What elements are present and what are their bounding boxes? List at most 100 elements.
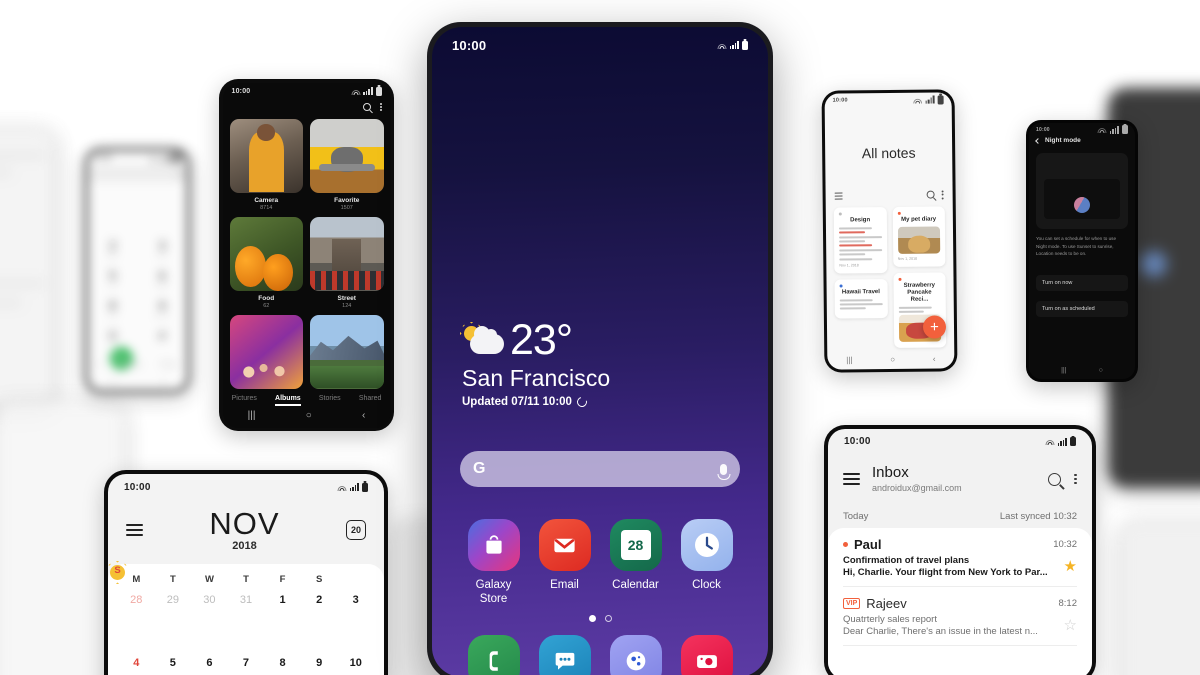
album-item[interactable]: [310, 314, 384, 389]
recents-button[interactable]: |||: [846, 355, 852, 364]
day-header: F: [279, 574, 286, 585]
week-row[interactable]: 4 5 6 7 8 9 10: [118, 648, 374, 669]
calendar-day[interactable]: 30: [191, 585, 228, 606]
gallery-tabs[interactable]: Pictures Albums Stories Shared: [223, 395, 391, 406]
calendar-day[interactable]: 1: [264, 585, 301, 606]
note-card[interactable]: My pet diary Nov 1, 2018: [892, 206, 946, 267]
back-chevron-icon[interactable]: [1035, 137, 1041, 144]
more-options-icon[interactable]: [178, 169, 180, 178]
app-galaxy-store[interactable]: Galaxy Store: [458, 519, 529, 607]
tab-stories[interactable]: Stories: [319, 395, 341, 402]
nav-bar[interactable]: ||| ○ ‹: [223, 404, 391, 428]
tab-albums[interactable]: Albums: [275, 395, 301, 406]
nav-bar[interactable]: ||| ○ ‹: [827, 348, 954, 369]
calendar-day[interactable]: 10: [337, 648, 374, 669]
email-list[interactable]: Paul 10:32 Confirmation of travel plans …: [828, 528, 1092, 675]
dialpad-key[interactable]: #: [138, 329, 188, 348]
dialer-tabs[interactable]: ll Contacts Places: [88, 362, 187, 368]
dialpad-key[interactable]: 2 ABC: [88, 239, 138, 258]
calendar-day[interactable]: 29: [155, 585, 192, 606]
calendar-day[interactable]: 5: [155, 648, 192, 669]
today-button[interactable]: 20: [346, 520, 366, 540]
page-indicator[interactable]: [432, 615, 768, 622]
star-icon[interactable]: ☆: [1064, 618, 1077, 633]
microphone-icon[interactable]: [720, 463, 727, 475]
calendar-grid[interactable]: S M T W T F S 28 29 30 31 1 2 3 4 5 6 7 …: [108, 561, 384, 675]
app-grid[interactable]: Galaxy Store Email 28 Calendar Clock: [458, 519, 742, 607]
more-options-icon[interactable]: [1074, 473, 1077, 485]
page-dot[interactable]: [604, 615, 612, 622]
weather-widget[interactable]: 23° San Francisco Updated 07/11 10:00: [460, 319, 610, 409]
refresh-icon[interactable]: [575, 395, 589, 409]
calendar-day[interactable]: 2: [301, 585, 338, 606]
note-card[interactable]: Design Nov 1, 2018: [833, 207, 887, 274]
back-button[interactable]: ‹: [933, 354, 936, 363]
more-options-icon[interactable]: [379, 102, 382, 112]
dialpad-key[interactable]: 5 JKL: [88, 269, 138, 288]
hamburger-menu-icon[interactable]: [126, 524, 143, 536]
dock[interactable]: [458, 635, 742, 675]
album-item[interactable]: Street 124: [310, 216, 384, 309]
calendar-day[interactable]: 8: [264, 648, 301, 669]
dialpad-key[interactable]: 8 TUV: [88, 299, 138, 318]
add-note-icon[interactable]: +: [922, 315, 947, 339]
dock-app-phone[interactable]: [458, 635, 529, 675]
turn-on-scheduled-option[interactable]: Turn on as scheduled: [1036, 301, 1128, 317]
recents-button[interactable]: |||: [1061, 367, 1066, 374]
more-options-icon[interactable]: [941, 190, 944, 200]
tab-places[interactable]: Places: [161, 362, 178, 368]
calendar-day[interactable]: 9: [301, 648, 338, 669]
notes-toolbar[interactable]: [834, 190, 944, 200]
page-dot-active[interactable]: [588, 615, 596, 622]
search-icon[interactable]: [362, 102, 371, 111]
app-email[interactable]: Email: [529, 519, 600, 607]
app-clock[interactable]: Clock: [671, 519, 742, 607]
dialpad[interactable]: 2 ABC 3 DEF 5 JKL 6 MNO 8 TUV 9 WXYZ 0 +…: [88, 239, 187, 348]
recents-button[interactable]: |||: [248, 410, 256, 421]
calendar-day[interactable]: 4: [118, 648, 155, 669]
calendar-day[interactable]: 28: [118, 585, 155, 606]
home-button[interactable]: ○: [306, 410, 312, 421]
star-icon[interactable]: ★: [1064, 559, 1077, 574]
back-button[interactable]: ‹: [161, 377, 164, 386]
list-view-icon[interactable]: [834, 192, 843, 200]
album-item[interactable]: Camera 8714: [229, 118, 303, 211]
note-card[interactable]: Hawaii Travel: [834, 278, 888, 319]
dialpad-key[interactable]: 0 +: [88, 329, 138, 348]
dialpad-key[interactable]: 9 WXYZ: [138, 299, 188, 318]
calendar-day[interactable]: 3: [337, 585, 374, 606]
gallery-actions[interactable]: [362, 102, 382, 112]
dialpad-key[interactable]: 6 MNO: [138, 269, 188, 288]
dock-app-messages[interactable]: [529, 635, 600, 675]
search-input[interactable]: G: [460, 451, 740, 487]
dock-app-internet[interactable]: [600, 635, 671, 675]
nav-bar[interactable]: ○ ‹: [88, 372, 187, 390]
back-button[interactable]: ‹: [362, 410, 365, 421]
home-button[interactable]: ○: [890, 354, 895, 363]
home-button[interactable]: ○: [111, 377, 116, 386]
tab-pictures[interactable]: Pictures: [232, 395, 257, 402]
hamburger-menu-icon[interactable]: [843, 473, 860, 485]
album-item[interactable]: Favorite 1507: [310, 118, 384, 211]
dialpad-key[interactable]: 3 DEF: [138, 239, 188, 258]
calendar-day[interactable]: 31: [228, 585, 265, 606]
calendar-day[interactable]: 7: [228, 648, 265, 669]
tab-contacts[interactable]: Contacts: [120, 362, 142, 368]
tab-keypad[interactable]: ll: [98, 362, 100, 368]
status-time: 10:00: [95, 155, 112, 161]
album-grid[interactable]: Camera 8714 Favorite 1507 Food 62 Street…: [229, 118, 384, 389]
app-calendar[interactable]: 28 Calendar: [600, 519, 671, 607]
dock-app-camera[interactable]: [671, 635, 742, 675]
email-row[interactable]: VIP Rajeev 8:12 Quatrterly sales report …: [843, 587, 1077, 646]
turn-on-now-option[interactable]: Turn on now: [1036, 275, 1128, 291]
album-item[interactable]: [229, 314, 303, 389]
calendar-day[interactable]: 6: [191, 648, 228, 669]
nav-bar[interactable]: ||| ○: [1029, 361, 1135, 379]
search-icon[interactable]: [926, 190, 935, 199]
search-icon[interactable]: [1048, 472, 1062, 486]
email-row[interactable]: Paul 10:32 Confirmation of travel plans …: [843, 528, 1077, 587]
album-item[interactable]: Food 62: [229, 216, 303, 309]
home-button[interactable]: ○: [1099, 367, 1103, 374]
tab-shared[interactable]: Shared: [359, 395, 382, 402]
week-row[interactable]: 28 29 30 31 1 2 3: [118, 585, 374, 606]
